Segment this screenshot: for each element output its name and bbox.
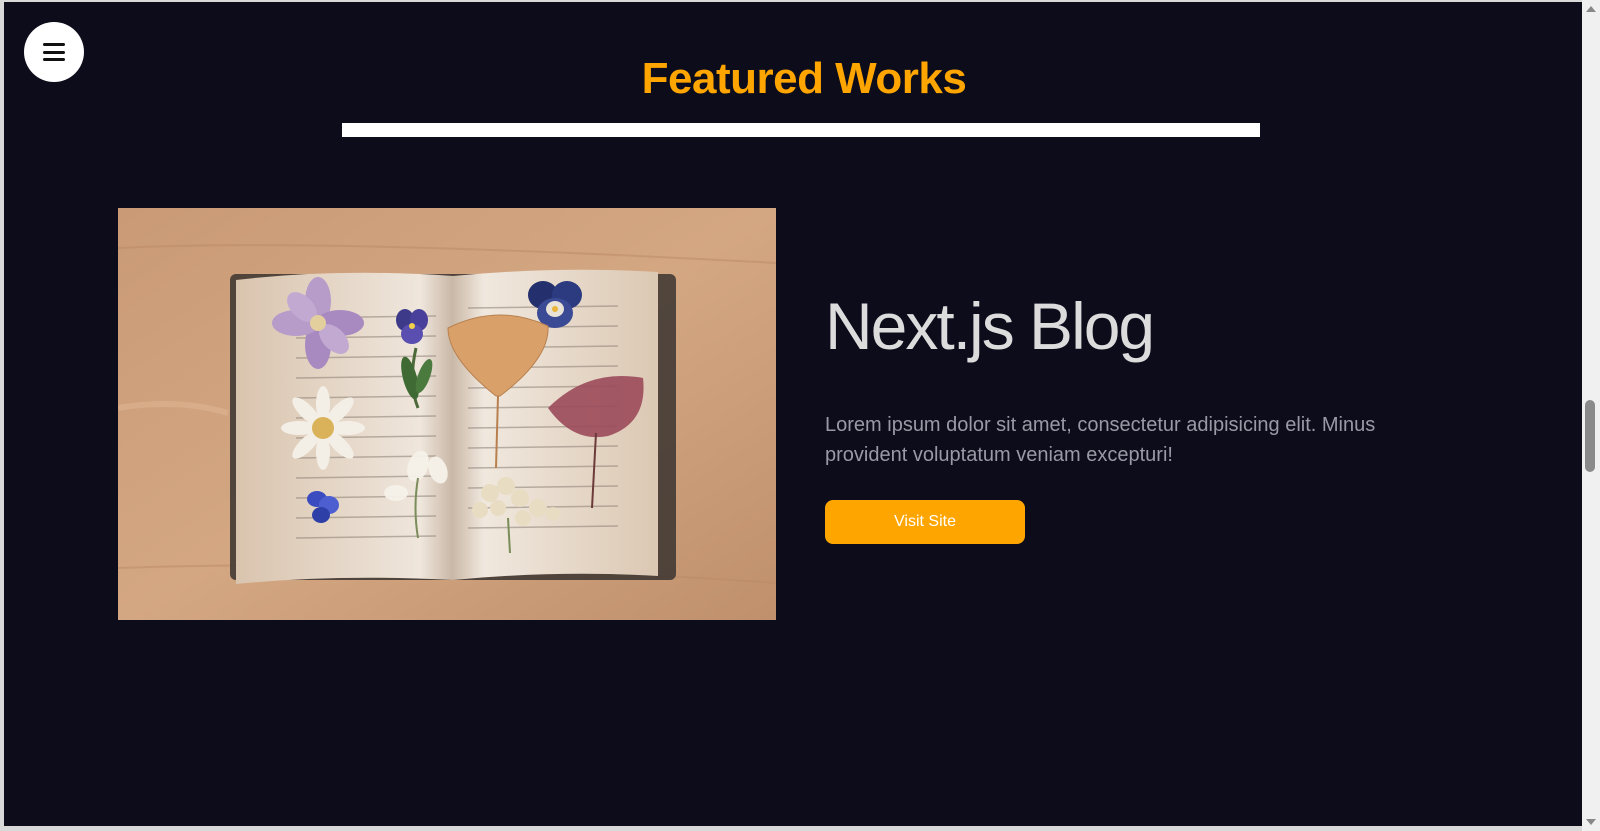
visit-site-button[interactable]: Visit Site bbox=[825, 500, 1025, 545]
project-title: Next.js Blog bbox=[825, 289, 1155, 363]
project-description: Lorem ipsum dolor sit amet, consectetur … bbox=[825, 414, 1376, 467]
project-thumbnail[interactable] bbox=[118, 208, 776, 620]
project-info: Next.js Blog Lorem ipsum dolor sit amet,… bbox=[825, 287, 1465, 545]
scroll-up-arrow-icon[interactable] bbox=[1586, 6, 1596, 12]
scrollbar-thumb[interactable] bbox=[1585, 400, 1595, 472]
page-viewport: Featured Works Next.js Blog Lorem ipsum … bbox=[4, 2, 1582, 826]
section-title: Featured Works bbox=[641, 54, 967, 103]
scroll-down-arrow-icon[interactable] bbox=[1586, 819, 1596, 825]
book-flowers-image bbox=[118, 208, 776, 620]
title-underline bbox=[342, 123, 1260, 137]
vertical-scrollbar[interactable] bbox=[1582, 0, 1600, 831]
